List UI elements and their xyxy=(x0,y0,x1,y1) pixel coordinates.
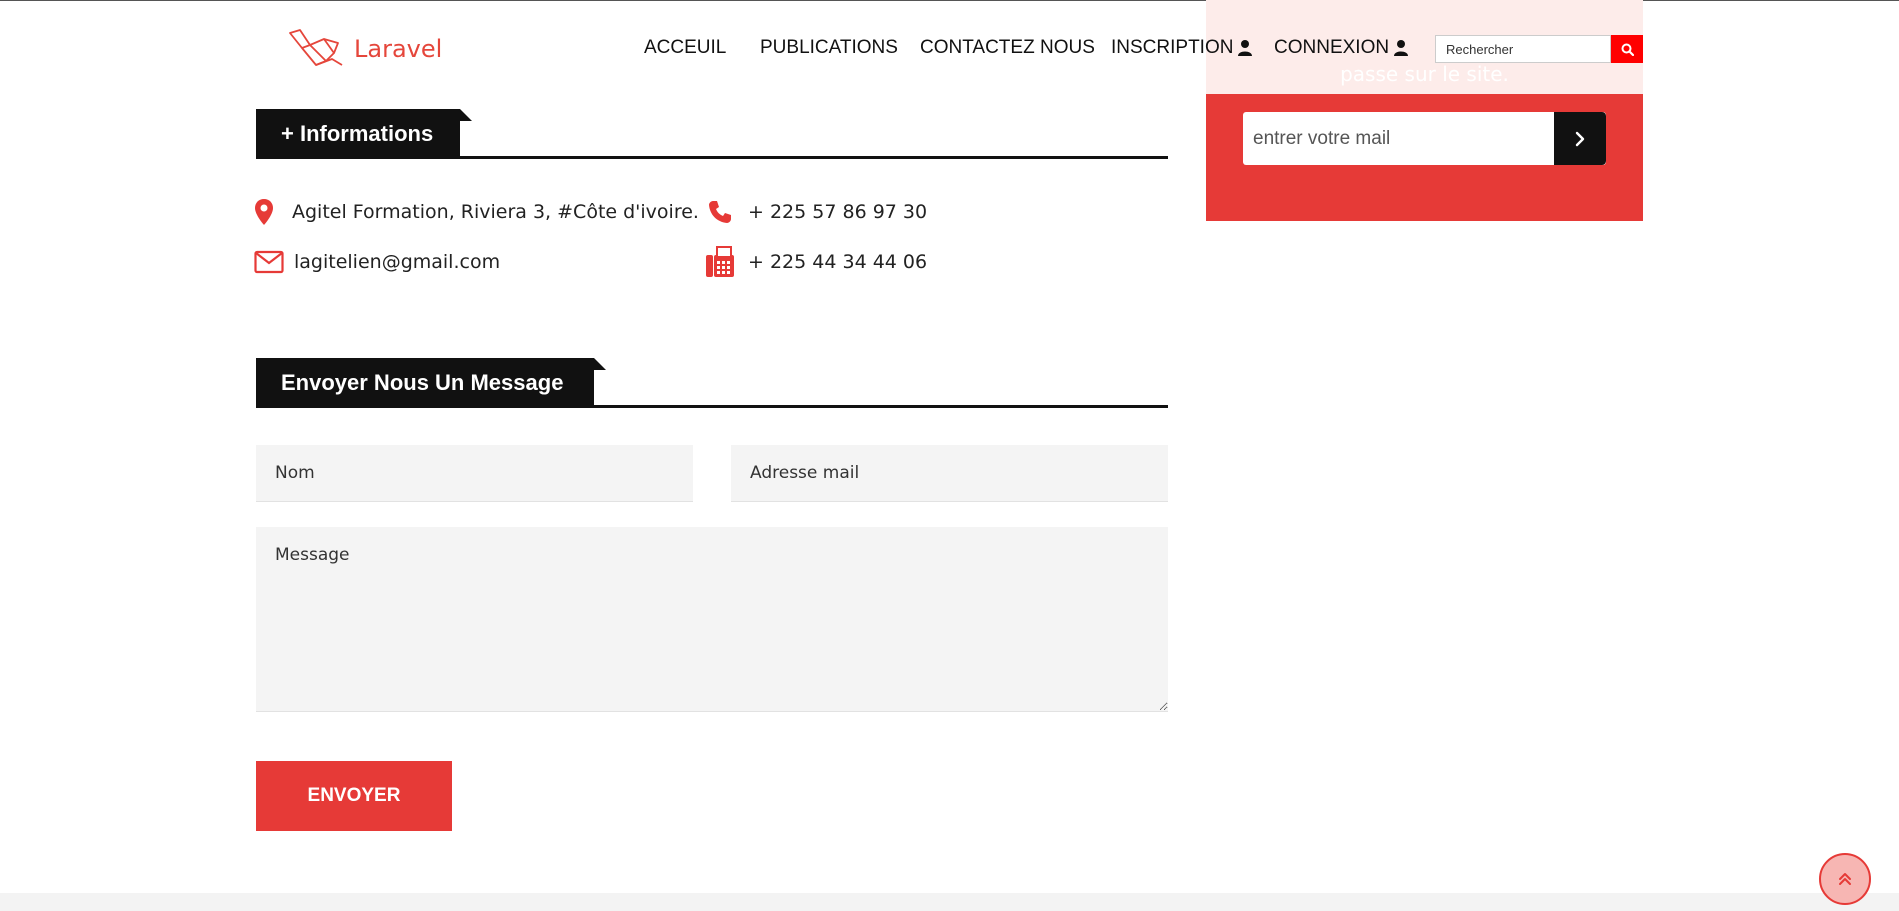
fax-icon xyxy=(704,246,736,278)
fax-text: + 225 44 34 44 06 xyxy=(748,251,928,273)
info-email: lagitelien@gmail.com xyxy=(254,246,500,278)
nav-item-label: INSCRIPTION xyxy=(1111,37,1234,58)
user-icon xyxy=(1394,40,1409,56)
nav-item-label: CONTACTEZ NOUS xyxy=(920,37,1095,58)
nav-item-contactez-nous[interactable]: CONTACTEZ NOUS xyxy=(920,37,1095,59)
double-chevron-up-icon xyxy=(1839,873,1851,885)
section-divider xyxy=(256,405,1168,408)
brand-name: Laravel xyxy=(354,35,443,63)
send-button[interactable]: ENVOYER xyxy=(256,761,452,831)
address-text: Agitel Formation, Riviera 3, #Côte d'ivo… xyxy=(292,201,699,223)
message-section-header: Envoyer Nous Un Message xyxy=(256,358,1168,408)
brand-logo[interactable]: Laravel xyxy=(288,29,442,69)
informations-section-header: + Informations xyxy=(256,109,1168,159)
nav-item-inscription[interactable]: INSCRIPTION xyxy=(1111,37,1253,59)
name-input[interactable] xyxy=(256,445,693,502)
nav-item-label: ACCEUIL xyxy=(644,37,727,58)
email-text: lagitelien@gmail.com xyxy=(294,251,501,273)
scroll-to-top-button[interactable] xyxy=(1819,853,1871,905)
envelope-icon xyxy=(254,246,284,278)
footer-band xyxy=(0,893,1899,911)
section-title: Envoyer Nous Un Message xyxy=(256,358,606,408)
phone-icon xyxy=(704,196,736,228)
newsletter-submit-button[interactable] xyxy=(1554,112,1606,165)
section-title: + Informations xyxy=(256,109,472,159)
email-input[interactable] xyxy=(731,445,1168,502)
laravel-logo-icon xyxy=(289,29,343,66)
search-icon xyxy=(1621,43,1634,56)
nav-item-acceuil[interactable]: ACCEUIL xyxy=(644,37,726,59)
newsletter-form xyxy=(1243,112,1606,165)
search-button[interactable] xyxy=(1611,35,1643,63)
search-input[interactable] xyxy=(1436,36,1610,62)
phone-text: + 225 57 86 97 30 xyxy=(748,201,928,223)
info-address: Agitel Formation, Riviera 3, #Côte d'ivo… xyxy=(248,196,699,228)
site-header: Laravel ACCEUIL PUBLICATIONS CONTACTEZ N… xyxy=(0,1,1899,91)
section-divider xyxy=(256,156,1168,159)
nav-item-label: PUBLICATIONS xyxy=(760,37,898,58)
message-textarea[interactable] xyxy=(256,527,1168,712)
info-phone: + 225 57 86 97 30 xyxy=(704,196,927,228)
newsletter-email-input[interactable] xyxy=(1243,112,1573,165)
nav-item-connexion[interactable]: CONNEXION xyxy=(1274,37,1409,59)
map-marker-icon xyxy=(248,196,280,228)
nav-item-publications[interactable]: PUBLICATIONS xyxy=(760,37,898,59)
nav-item-label: CONNEXION xyxy=(1274,37,1390,58)
info-fax: + 225 44 34 44 06 xyxy=(704,246,927,278)
chevron-right-icon xyxy=(1575,131,1585,146)
user-icon xyxy=(1238,40,1253,56)
search-field xyxy=(1435,35,1611,63)
